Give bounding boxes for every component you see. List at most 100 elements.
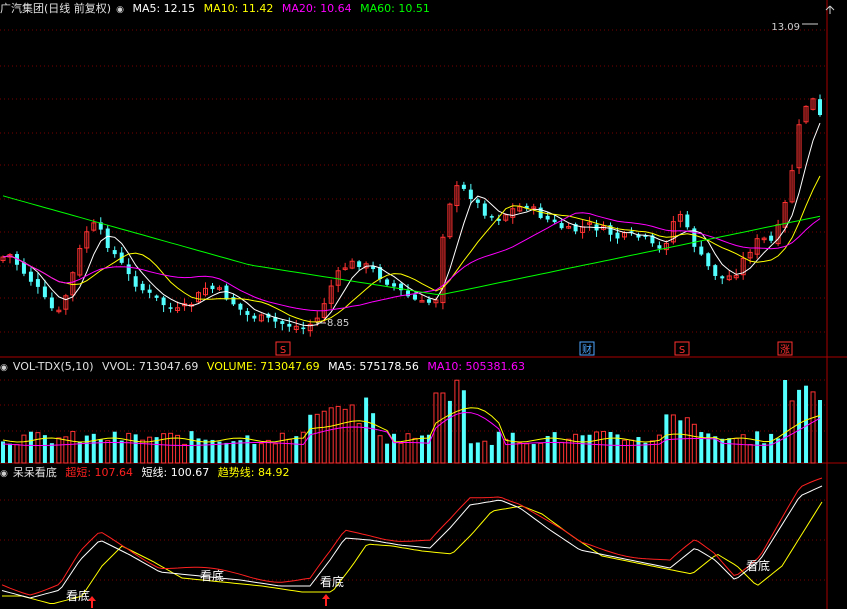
volume-bar-down (210, 439, 215, 463)
trend-line-label: 趋势线: 84.92 (217, 466, 290, 479)
candle-body-down (168, 307, 173, 309)
volume-bar-down (496, 431, 501, 463)
volume-bar-up (342, 408, 348, 464)
vol-ma10-label: MA10: 505381.63 (427, 360, 526, 373)
volume-bar-down (699, 432, 704, 463)
volume-panel-header: ◉ VOL-TDX(5,10) VVOL: 713047.69 VOLUME: 7… (0, 358, 847, 376)
volume-bar-down (552, 432, 557, 463)
candle-body-down (769, 235, 774, 241)
volume-ma5-line (2, 407, 821, 443)
candle-body-down (224, 285, 229, 300)
candle-body-down (231, 297, 236, 305)
volume-bar-down (371, 413, 376, 463)
volume-bar-down (510, 432, 515, 463)
volume-bar-up (733, 437, 739, 464)
event-marker-label: S (280, 345, 286, 356)
volume-bar-up (789, 400, 795, 464)
volume-bar-down (189, 431, 194, 463)
volume-bar-up (377, 435, 383, 464)
volume-ma10-line (2, 411, 821, 447)
volume-bar-up (328, 407, 334, 464)
settings-pin-icon[interactable]: ◉ (116, 5, 124, 15)
volume-bar-up (126, 432, 132, 464)
volume-bar-down (364, 397, 369, 463)
volume-bar-down (28, 431, 33, 463)
volume-bar-up (35, 432, 41, 464)
candle-body-down (713, 265, 718, 276)
candle-body-down (468, 189, 473, 200)
main-panel-header: 广汽集团(日线 前复权) ◉ MA5: 12.15 MA10: 11.42 MA2… (0, 0, 847, 18)
ma5-line (2, 122, 821, 327)
volume-bar-down (7, 443, 12, 463)
volume-bar-up (538, 442, 544, 464)
ma60-label: MA60: 10.51 (360, 2, 430, 15)
volume-bar-down (217, 441, 222, 463)
candle-body-down (559, 223, 564, 229)
candle-body-down (287, 323, 292, 327)
volume-bar-up (740, 434, 746, 464)
stock-title: 广汽集团(日线 前复权) (0, 2, 112, 15)
candle-body-down (818, 99, 822, 116)
ma20-line (2, 212, 821, 312)
candle-body-down (699, 246, 704, 255)
candle-body-down (42, 286, 47, 298)
candle-body-down (706, 253, 711, 267)
candle-body-down (126, 264, 131, 275)
volume-bar-down (385, 443, 390, 463)
indicator-title: 呆呆看底 (12, 466, 57, 479)
candle-body-down (105, 228, 110, 249)
volume-bar-up (405, 433, 411, 464)
bottom-signal-label: 看底 (200, 568, 224, 583)
volume-bar-down (91, 433, 96, 463)
volume-bar-up (503, 438, 509, 464)
volume-bar-down (84, 435, 89, 463)
candle-body-down (28, 271, 33, 282)
candle-body-down (21, 262, 26, 274)
volume-bar-up (628, 439, 634, 464)
settings-pin-icon[interactable]: ◉ (0, 363, 8, 373)
volume-bar-up (482, 440, 488, 464)
volume-bar-down (475, 442, 480, 463)
volume-bar-down (42, 435, 47, 463)
volume-bar-down (783, 380, 788, 463)
volume-bar-up (356, 423, 362, 464)
volume-bar-up (56, 437, 62, 464)
settings-pin-icon[interactable]: ◉ (0, 469, 8, 479)
volume-bar-up (258, 443, 264, 464)
volume-bar-down (818, 400, 822, 463)
low-price-label: 8.85 (327, 318, 349, 329)
volume-bar-down (545, 436, 550, 463)
candle-body-down (657, 245, 662, 249)
volume-bar-down (587, 434, 592, 463)
ma60-line (2, 195, 821, 295)
candle-body-down (161, 297, 166, 306)
volume-bar-up (691, 423, 697, 464)
volume-bar-up (349, 404, 355, 464)
stock-chart[interactable]: 13.098.85S 财 S 涨看底看底 看底看底 (0, 0, 847, 609)
up-arrow-icon (322, 594, 330, 606)
ma10-label: MA10: 11.42 (203, 2, 274, 15)
candle-body-down (392, 283, 397, 287)
volume-bar-up (175, 434, 181, 464)
volume-bar-down (231, 441, 236, 463)
candle-body-down (49, 297, 54, 309)
candle-body-down (482, 203, 487, 216)
volume-bar-up (621, 439, 627, 464)
volume-bar-up (398, 442, 404, 464)
volume-label: VOLUME: 713047.69 (206, 360, 320, 373)
volume-bar-down (392, 433, 397, 463)
volume-bar-down (77, 441, 82, 463)
candle-body-down (140, 283, 145, 291)
volume-bar-up (105, 440, 111, 464)
volume-bar-down (468, 443, 473, 463)
candle-body-down (245, 311, 250, 315)
bottom-signal-label: 看底 (66, 588, 90, 603)
volume-bar-down (1, 441, 5, 463)
volume-bar-down (678, 420, 683, 463)
volume-bar-up (524, 443, 530, 464)
ultra-short-line (1, 477, 823, 596)
volume-title: VOL-TDX(5,10) (12, 360, 94, 373)
volume-bar-down (797, 389, 802, 463)
short-line-label: 短线: 100.67 (141, 466, 210, 479)
candle-body-down (35, 279, 40, 287)
